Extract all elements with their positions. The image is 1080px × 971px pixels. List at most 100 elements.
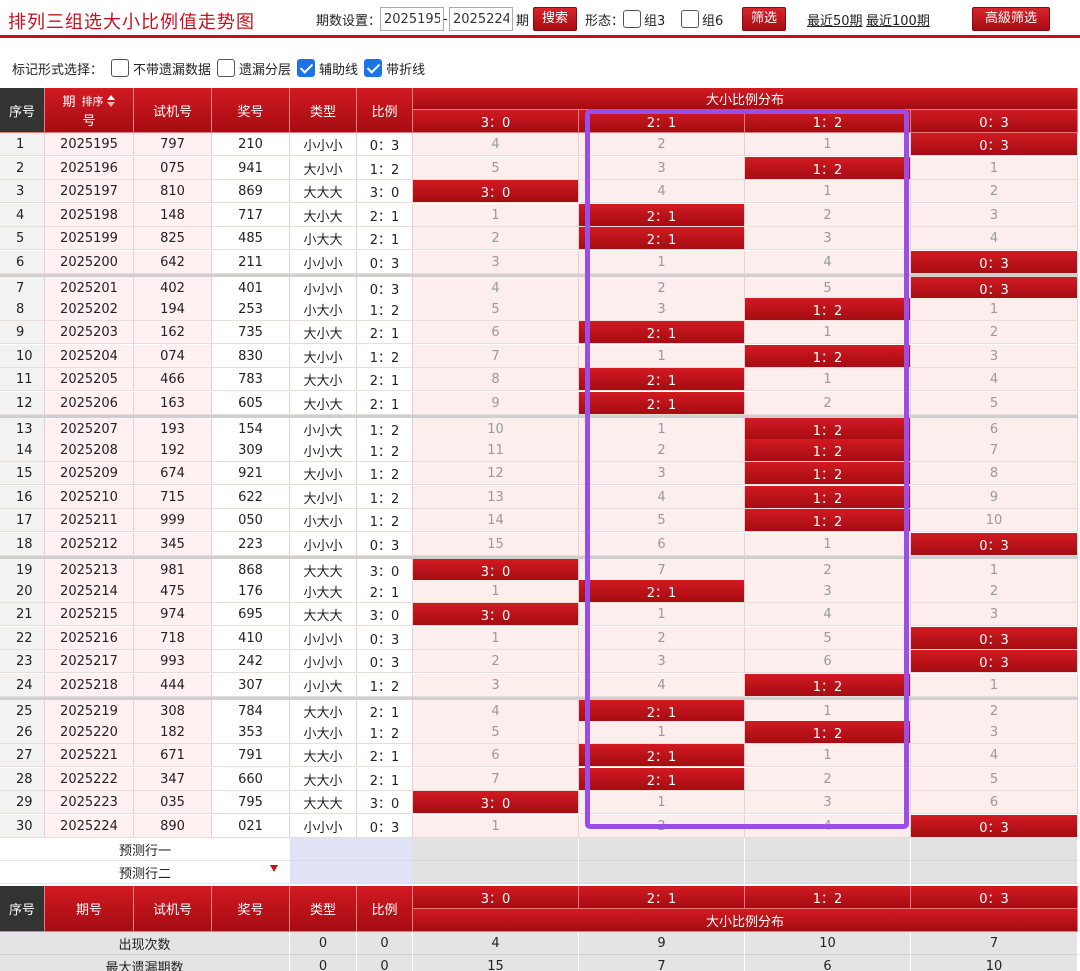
dist-cell: 2：1 [579,580,745,603]
marker-option-label: 不带遗漏数据 [133,62,212,78]
row-period: 2025203 [45,321,134,344]
dist-cell: 13 [413,486,579,509]
sort-control[interactable]: 排序 [82,93,116,109]
table-row: 14 2025208 192 309 小小大 1：2 11 2 1：2 7 [0,439,1078,462]
dist-cell: 2：1 [579,392,745,415]
period-from-input[interactable] [380,7,444,31]
marker-option-1[interactable]: 不带遗漏数据 [111,59,211,78]
dist-cell: 4 [745,815,911,838]
marker-checkbox-3[interactable] [297,59,316,77]
dist-cell: 12 [413,462,579,485]
header-period: 期排序号 [45,88,134,133]
row-trial: 674 [134,462,212,485]
dist-cell: 3 [579,462,745,485]
predict-dist-cell[interactable] [579,861,745,884]
filter-button[interactable]: 筛选 [742,7,787,31]
dist-cell: 1 [745,321,911,344]
dist-cell: 2：1 [579,227,745,250]
predict-dist-cell[interactable] [745,838,911,861]
predict-input-area[interactable] [290,838,413,861]
row-seq: 15 [0,462,45,485]
dist-cell: 1 [579,418,745,441]
table-row: 22 2025216 718 410 小小小 0：3 1 2 5 0：3 [0,627,1078,650]
arrow-down-icon[interactable] [270,865,278,872]
group3-option[interactable]: 组3 [623,7,665,31]
dist-cell: 2 [579,277,745,300]
dist-cell: 2：1 [579,744,745,767]
dist-cell: 4 [745,603,911,626]
recent-50-link[interactable]: 最近50期 [807,7,863,31]
predict-row-1[interactable]: 预测行一 [0,838,1078,861]
row-ratio: 0：3 [357,627,413,650]
advanced-filter-button[interactable]: 高級筛选 [972,7,1050,31]
row-type: 小小小 [290,627,357,650]
row-trial: 671 [134,744,212,767]
row-draw: 307 [212,674,290,697]
row-ratio: 2：1 [357,392,413,415]
group3-checkbox[interactable] [623,10,641,28]
group6-option[interactable]: 组6 [681,7,723,31]
row-type: 小大大 [290,580,357,603]
group6-checkbox[interactable] [681,10,699,28]
dist-cell: 0：3 [911,627,1078,650]
predict-input-area[interactable] [290,861,413,884]
table-row: 19 2025213 981 868 大大大 3：0 3：0 7 2 1 [0,556,1078,582]
marker-checkbox-1[interactable] [111,59,130,77]
row-seq: 4 [0,204,45,227]
marker-option-3[interactable]: 辅助线 [297,59,358,78]
stats-dist-cell: 6 [745,955,911,971]
period-to-input[interactable] [449,7,513,31]
row-ratio: 1：2 [357,345,413,368]
row-draw: 784 [212,700,290,723]
marker-checkbox-4[interactable] [364,59,383,77]
predict-dist-cell[interactable] [413,861,579,884]
table-row: 11 2025205 466 783 大大小 2：1 8 2：1 1 4 [0,368,1078,391]
row-period: 2025205 [45,368,134,391]
row-period: 2025212 [45,533,134,556]
row-period: 2025214 [45,580,134,603]
header-period-top: 期排序 [62,91,115,110]
marker-option-2[interactable]: 遗漏分层 [217,59,291,78]
dist-cell: 4 [579,180,745,203]
row-trial: 810 [134,180,212,203]
dist-cell: 10 [911,509,1078,532]
dist-cell: 4 [413,277,579,300]
dist-cell: 1：2 [745,418,911,441]
row-ratio: 2：1 [357,368,413,391]
row-type: 小小大 [290,674,357,697]
row-period: 2025218 [45,674,134,697]
marker-checkbox-2[interactable] [217,59,236,77]
row-trial: 981 [134,559,212,582]
header-dist-col-1: 3：0 [413,110,579,133]
search-button[interactable]: 搜索 [533,7,578,31]
period-unit: 期 [516,13,530,29]
predict-dist-cell[interactable] [911,861,1078,884]
predict-dist-cell[interactable] [745,861,911,884]
dist-cell: 1：2 [745,462,911,485]
dist-cell: 1 [413,580,579,603]
footer-header-ratio: 比例 [357,886,413,932]
stats-row: 最大遗漏期数 0 0 15 7 6 10 [0,955,1078,971]
predict-dist-cell[interactable] [413,838,579,861]
row-draw: 605 [212,392,290,415]
table-row: 17 2025211 999 050 小大小 1：2 14 5 1：2 10 [0,509,1078,532]
dist-cell: 3 [413,251,579,274]
row-draw: 401 [212,277,290,300]
row-trial: 999 [134,509,212,532]
dist-cell: 11 [413,439,579,462]
predict-row-2[interactable]: 预测行二 [0,861,1078,884]
marker-option-4[interactable]: 带折线 [364,59,425,78]
row-period: 2025213 [45,559,134,582]
predict-dist-cell[interactable] [911,838,1078,861]
table-row: 4 2025198 148 717 大小大 2：1 1 2：1 2 3 [0,204,1078,227]
row-type: 大大大 [290,180,357,203]
row-seq: 11 [0,368,45,391]
dist-cell: 1 [413,627,579,650]
dist-cell: 3：0 [413,180,579,203]
table-row: 1 2025195 797 210 小小小 0：3 4 2 1 0：3 [0,133,1078,156]
dist-cell: 2 [579,133,745,156]
recent-100-link[interactable]: 最近100期 [866,7,930,31]
header-draw: 奖号 [212,88,290,133]
predict-dist-cell[interactable] [579,838,745,861]
sort-icon[interactable] [106,94,116,107]
